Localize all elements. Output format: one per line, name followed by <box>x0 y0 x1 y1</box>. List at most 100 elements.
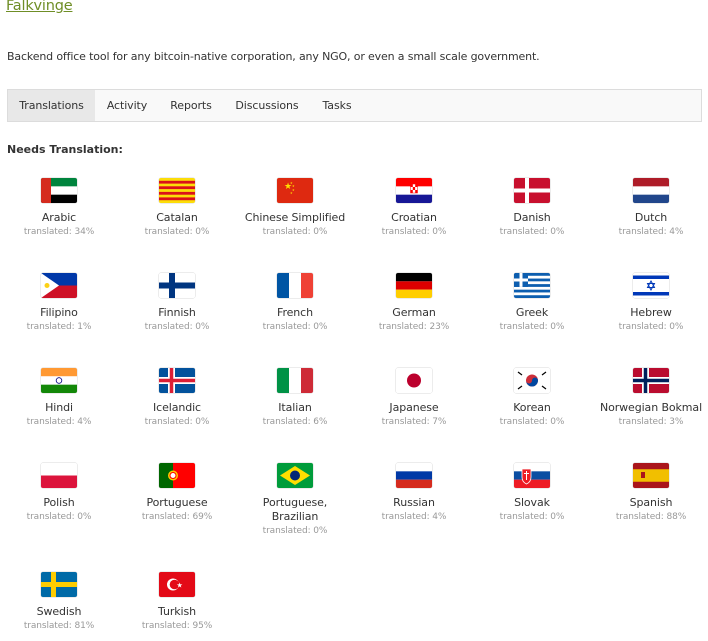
translation-status: translated: 34% <box>23 227 95 237</box>
russia-flag-icon <box>396 463 432 488</box>
japan-flag-icon <box>396 368 432 393</box>
language-name: Russian <box>393 496 435 509</box>
translation-status: translated: 69% <box>141 512 213 522</box>
language-item-swedish[interactable]: Swedish translated: 81% <box>0 572 118 632</box>
language-item-german[interactable]: German translated: 23% <box>355 273 473 333</box>
language-name: Norwegian Bokmal <box>599 401 703 414</box>
translation-status: translated: 0% <box>144 227 210 237</box>
croatia-flag-icon <box>396 178 432 203</box>
language-item-korean[interactable]: Korean translated: 0% <box>473 368 591 428</box>
translation-status: translated: 4% <box>381 512 447 522</box>
israel-flag-icon <box>633 273 669 298</box>
language-item-portuguese-brazilian[interactable]: Portuguese, Brazilian translated: 0% <box>236 463 354 537</box>
india-flag-icon <box>41 368 77 393</box>
svg-text:★: ★ <box>290 191 293 195</box>
translation-status: translated: 3% <box>618 417 684 427</box>
language-item-greek[interactable]: Greek translated: 0% <box>473 273 591 333</box>
translation-status: translated: 7% <box>381 417 447 427</box>
language-name: Japanese <box>389 401 439 414</box>
language-name: Finnish <box>158 306 196 319</box>
translation-status: translated: 0% <box>144 417 210 427</box>
tab-reports[interactable]: Reports <box>159 90 223 121</box>
language-name: Italian <box>278 401 312 414</box>
language-item-catalan[interactable]: Catalan translated: 0% <box>118 178 236 238</box>
language-item-finnish[interactable]: Finnish translated: 0% <box>118 273 236 333</box>
language-name: German <box>392 306 436 319</box>
language-item-french[interactable]: French translated: 0% <box>236 273 354 333</box>
translation-status: translated: 0% <box>499 227 565 237</box>
translation-status: translated: 0% <box>499 512 565 522</box>
language-item-polish[interactable]: Polish translated: 0% <box>0 463 118 523</box>
translation-status: translated: 0% <box>381 227 447 237</box>
language-item-croatian[interactable]: Croatian translated: 0% <box>355 178 473 238</box>
language-name: Chinese Simplified <box>244 211 346 224</box>
germany-flag-icon <box>396 273 432 298</box>
language-item-portuguese[interactable]: Portuguese translated: 69% <box>118 463 236 523</box>
language-name: Portuguese, Brazilian <box>262 496 328 523</box>
language-item-italian[interactable]: Italian translated: 6% <box>236 368 354 428</box>
needs-translation-heading: Needs Translation: <box>7 143 123 156</box>
translation-status: translated: 95% <box>141 621 213 631</box>
translation-status: translated: 4% <box>26 417 92 427</box>
language-item-icelandic[interactable]: Icelandic translated: 0% <box>118 368 236 428</box>
language-item-chinese-simplified[interactable]: ★ ★ ★ ★ ★ Chinese Simplified translated: 0% <box>236 178 354 238</box>
language-name: Danish <box>513 211 551 224</box>
language-name: Korean <box>513 401 551 414</box>
poland-flag-icon <box>41 463 77 488</box>
language-name: Hindi <box>45 401 73 414</box>
language-item-russian[interactable]: Russian translated: 4% <box>355 463 473 523</box>
tab-bar: Translations Activity Reports Discussion… <box>7 89 702 122</box>
tab-activity[interactable]: Activity <box>95 90 159 121</box>
italy-flag-icon <box>277 368 313 393</box>
language-name: Greek <box>515 306 549 319</box>
denmark-flag-icon <box>514 178 550 203</box>
language-name: Slovak <box>514 496 550 509</box>
catalonia-flag-icon <box>159 178 195 203</box>
language-item-dutch[interactable]: Dutch translated: 4% <box>592 178 708 238</box>
china-flag-icon: ★ ★ ★ ★ ★ <box>277 178 313 203</box>
language-name: Swedish <box>36 605 82 618</box>
iceland-flag-icon <box>159 368 195 393</box>
language-item-slovak[interactable]: Slovak translated: 0% <box>473 463 591 523</box>
language-name: Spanish <box>629 496 673 509</box>
netherlands-flag-icon <box>633 178 669 203</box>
language-item-spanish[interactable]: Spanish translated: 88% <box>592 463 708 523</box>
uae-flag-icon <box>41 178 77 203</box>
translation-status: translated: 0% <box>618 322 684 332</box>
language-item-hindi[interactable]: Hindi translated: 4% <box>0 368 118 428</box>
language-name: Arabic <box>41 211 77 224</box>
sweden-flag-icon <box>41 572 77 597</box>
language-item-norwegian-bokmal[interactable]: Norwegian Bokmal translated: 3% <box>592 368 708 428</box>
tab-tasks[interactable]: Tasks <box>311 90 363 121</box>
language-item-filipino[interactable]: Filipino translated: 1% <box>0 273 118 333</box>
language-item-japanese[interactable]: Japanese translated: 7% <box>355 368 473 428</box>
language-name: Filipino <box>40 306 78 319</box>
translation-status: translated: 0% <box>499 417 565 427</box>
translation-status: translated: 0% <box>499 322 565 332</box>
tab-discussions[interactable]: Discussions <box>223 90 311 121</box>
project-title-link[interactable]: Falkvinge <box>6 0 73 14</box>
tab-translations[interactable]: Translations <box>8 90 95 121</box>
turkey-flag-icon: ★ <box>159 572 195 597</box>
language-name: Icelandic <box>152 401 201 414</box>
translation-status: translated: 1% <box>26 322 92 332</box>
translation-status: translated: 0% <box>262 526 328 536</box>
translation-status: translated: 88% <box>615 512 687 522</box>
translation-status: translated: 6% <box>262 417 328 427</box>
language-item-turkish[interactable]: ★ Turkish translated: 95% <box>118 572 236 632</box>
translation-status: translated: 23% <box>378 322 450 332</box>
translation-status: translated: 0% <box>262 227 328 237</box>
language-item-danish[interactable]: Danish translated: 0% <box>473 178 591 238</box>
translation-status: translated: 0% <box>262 322 328 332</box>
greece-flag-icon <box>514 273 550 298</box>
language-item-hebrew[interactable]: Hebrew translated: 0% <box>592 273 708 333</box>
south-korea-flag-icon <box>514 368 550 393</box>
project-description: Backend office tool for any bitcoin-nati… <box>7 50 540 63</box>
brazil-flag-icon <box>277 463 313 488</box>
language-name: Hebrew <box>630 306 672 319</box>
language-item-arabic[interactable]: Arabic translated: 34% <box>0 178 118 238</box>
translation-status: translated: 81% <box>23 621 95 631</box>
language-name: Croatian <box>391 211 437 224</box>
language-name: Dutch <box>634 211 668 224</box>
philippines-flag-icon <box>41 273 77 298</box>
